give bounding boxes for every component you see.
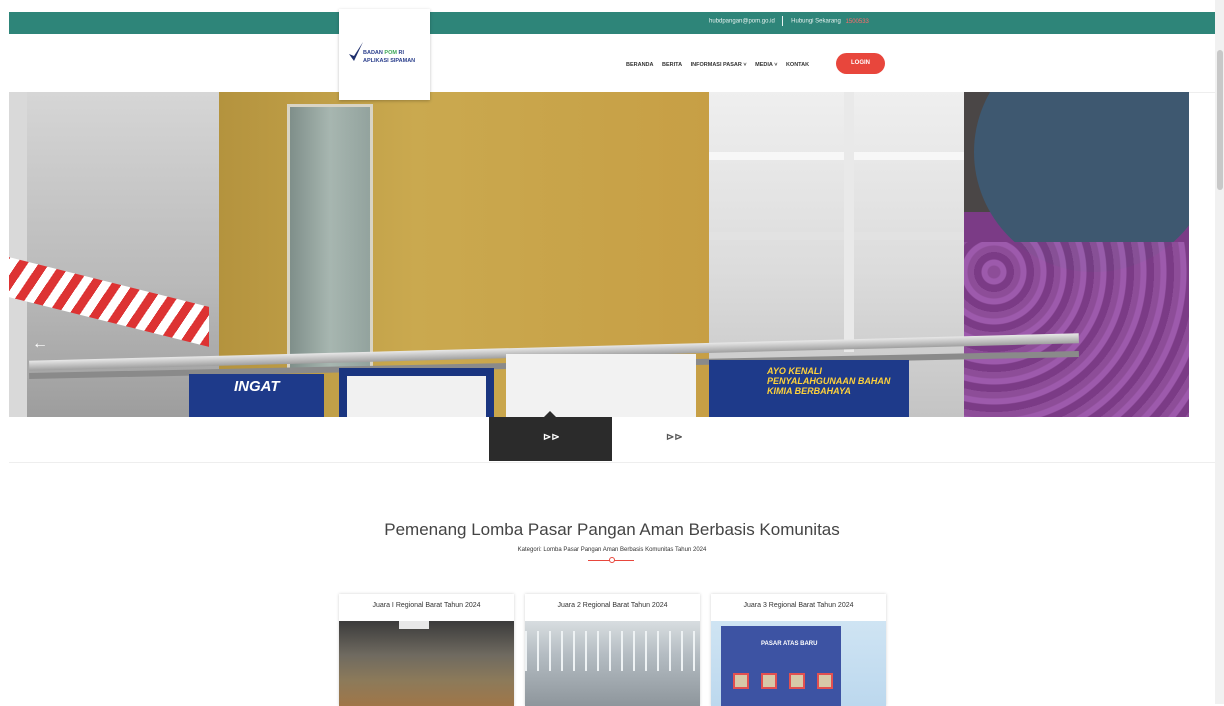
brand-text: BADAN POM RI APLIKASI SIPAMAN — [363, 49, 415, 65]
brand-line1-suffix: RI — [398, 50, 404, 56]
hero-banner-1: INGAT — [189, 374, 324, 417]
main-navbar — [9, 34, 1215, 93]
market-building — [721, 626, 841, 706]
nav-menu: BERANDA BERITA INFORMASI PASAR ˅ MEDIA ˅… — [626, 62, 816, 68]
section-title: Pemenang Lomba Pasar Pangan Aman Berbasi… — [384, 520, 840, 539]
hero-tab-strip: ⊳⊳ ⊳⊳ — [9, 411, 1215, 463]
double-chevron-right-icon: ⊳⊳ — [543, 432, 560, 443]
section-subtitle: Kategori: Lomba Pasar Pangan Aman Berbas… — [517, 547, 707, 553]
nav-item-beranda[interactable]: BERANDA — [626, 62, 654, 68]
market-roof-truss — [525, 631, 700, 671]
market-window — [817, 673, 833, 689]
market-window — [761, 673, 777, 689]
hero-tab-1[interactable]: ⊳⊳ — [489, 411, 612, 461]
nav-item-informasi-pasar[interactable]: INFORMASI PASAR ˅ — [691, 62, 747, 68]
nav-item-kontak[interactable]: KONTAK — [786, 62, 809, 68]
brand-line1-highlight: POM — [384, 50, 397, 56]
nav-item-media[interactable]: MEDIA ˅ — [755, 62, 777, 68]
hero-banner-4-text: AYO KENALI PENYALAHGUNAAN BAHAN KIMIA BE… — [767, 366, 891, 396]
brand-line1-prefix: BADAN — [363, 50, 383, 56]
brand-logo[interactable]: BADAN POM RI APLIKASI SIPAMAN — [339, 9, 430, 100]
scrollbar-thumb[interactable] — [1217, 50, 1223, 190]
hero-panel-1-wall — [9, 92, 27, 417]
double-chevron-right-icon: ⊳⊳ — [666, 432, 683, 443]
contact-separator — [782, 16, 784, 26]
hero-banner-3 — [506, 354, 696, 417]
hero-panel-4-pattern — [964, 242, 1189, 417]
hero-tab-2[interactable]: ⊳⊳ — [612, 417, 735, 461]
winner-card-1[interactable]: Juara I Regional Barat Tahun 2024 — [339, 594, 514, 706]
hero-beam-3 — [844, 92, 854, 352]
hero-banner-1-text: INGAT — [234, 378, 280, 395]
contact-info: hubdpangan@pom.go.id Hubungi Sekarang 15… — [709, 16, 869, 26]
winner-card-image: PASAR ATAS BARU — [711, 621, 886, 706]
contact-email[interactable]: hubdpangan@pom.go.id — [709, 19, 775, 25]
winner-card-image — [525, 621, 700, 706]
winner-card-title: Juara 3 Regional Barat Tahun 2024 — [743, 602, 854, 609]
market-sign: PASAR ATAS BARU — [761, 641, 818, 647]
brand-line2: APLIKASI SIPAMAN — [363, 58, 416, 64]
hero-banner-2 — [339, 368, 494, 417]
winner-card-title: Juara I Regional Barat Tahun 2024 — [372, 602, 481, 609]
section-divider-dot — [609, 557, 615, 563]
hero-beam-2 — [709, 232, 964, 240]
hero-carousel[interactable]: INGAT AYO KENALI PENYALAHGUNAAN BAHAN KI… — [9, 92, 1189, 417]
hero-banner-4: AYO KENALI PENYALAHGUNAAN BAHAN KIMIA BE… — [709, 360, 909, 417]
hero-banner-2-inner — [347, 376, 486, 417]
active-tab-notch — [544, 411, 556, 417]
winner-card-image — [339, 621, 514, 706]
top-contact-bar: hubdpangan@pom.go.id Hubungi Sekarang 15… — [9, 12, 1215, 34]
hotline-number[interactable]: 1500533 — [846, 19, 869, 25]
hotline-label: Hubungi Sekarang — [791, 18, 841, 25]
hero-beam-1 — [709, 152, 964, 160]
hero-glass-door — [287, 104, 373, 372]
nav-item-berita[interactable]: BERITA — [662, 62, 682, 68]
winner-card-title: Juara 2 Regional Barat Tahun 2024 — [557, 602, 668, 609]
login-button[interactable]: LOGIN — [836, 53, 885, 74]
winner-card-2[interactable]: Juara 2 Regional Barat Tahun 2024 — [525, 594, 700, 706]
winner-card-3[interactable]: Juara 3 Regional Barat Tahun 2024 PASAR … — [711, 594, 886, 706]
market-window — [733, 673, 749, 689]
market-window — [789, 673, 805, 689]
market-lamp — [399, 621, 429, 629]
arrow-left-icon[interactable]: ← — [31, 335, 49, 353]
